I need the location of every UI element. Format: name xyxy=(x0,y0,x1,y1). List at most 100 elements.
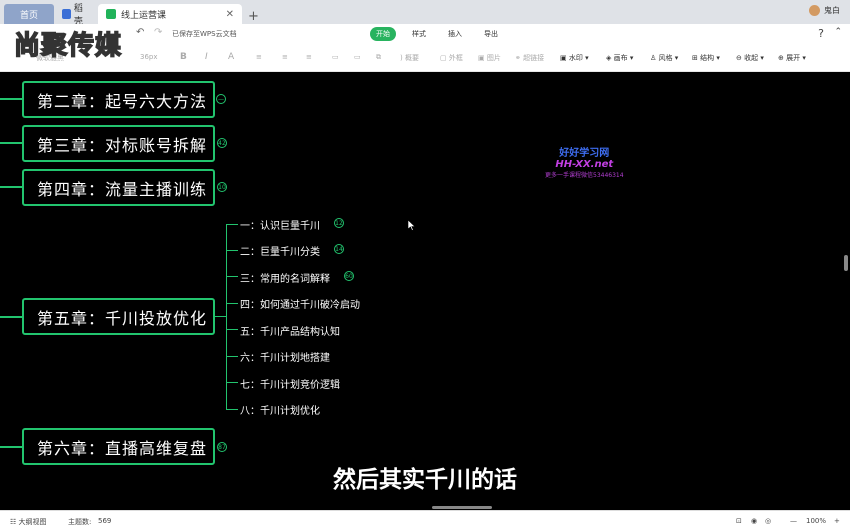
subtopic-node[interactable]: 六：千川计划地搭建 xyxy=(240,349,330,364)
style-button[interactable]: ♙ 风格 ▾ xyxy=(650,53,678,63)
connector-line xyxy=(0,316,22,318)
align-right-icon[interactable]: ≡ xyxy=(306,53,312,61)
outline-view-button[interactable]: ☷ 大纲视图 xyxy=(10,517,47,527)
subtopic-node[interactable]: 二：巨量千川分类 xyxy=(240,243,320,258)
help-icon[interactable]: ? xyxy=(818,27,824,40)
mindmap-canvas[interactable]: 第二章：起号六大方法 — 第三章：对标账号拆解 42 第四章：流量主播训练 10… xyxy=(0,72,850,510)
font-size-select[interactable]: 36px xyxy=(140,53,158,61)
count-badge[interactable]: — xyxy=(216,94,226,104)
connector-line xyxy=(0,142,22,144)
connector-line xyxy=(215,316,227,317)
frame-button[interactable]: ▢ 外框 xyxy=(440,53,463,63)
chapter-node-5[interactable]: 第五章：千川投放优化 xyxy=(22,298,215,335)
save-status: 已保存至WPS云文档 xyxy=(172,30,237,38)
subtopic-node[interactable]: 一：认识巨量千川 xyxy=(240,217,320,232)
topic-count: 569 xyxy=(98,517,112,525)
subtopic-node[interactable]: 三：常用的名词解释 xyxy=(240,270,330,285)
chapter-node-4[interactable]: 第四章：流量主播训练 xyxy=(22,169,215,206)
site-watermark-note: 更多一手课程微信53446314 xyxy=(545,172,624,179)
italic-button[interactable]: I xyxy=(205,52,208,62)
tab-docs[interactable]: 稻壳 xyxy=(54,4,98,27)
toolbar: 微软雅黑 36px B I A ≡ ≡ ≡ ▭ ▭ ⧉ ) 概要 ▢ 外框 ▣ … xyxy=(0,44,850,72)
tab-active-label: 线上运营课 xyxy=(121,10,167,21)
topic-count-label: 主题数: xyxy=(68,518,92,526)
connector-line xyxy=(0,98,22,100)
mindmap-icon xyxy=(106,9,116,19)
summary-button[interactable]: ) 概要 xyxy=(400,53,419,63)
docs-icon xyxy=(62,9,71,19)
watermark-label: 水印 xyxy=(568,54,583,62)
site-watermark: 好好学习网 HH-XX.net 更多一手课程微信53446314 xyxy=(545,144,624,179)
undo-icon[interactable]: ↶ xyxy=(136,27,144,38)
expand-label: 展开 xyxy=(786,54,801,62)
user-menu[interactable]: 鬼白 xyxy=(809,5,840,16)
eye-icon[interactable]: ◉ xyxy=(751,517,757,525)
collapse-button[interactable]: ⊖ 收起 ▾ xyxy=(736,53,764,63)
bracket-tick xyxy=(226,382,238,383)
connector-line xyxy=(0,186,22,188)
count-badge[interactable]: 12 xyxy=(334,218,344,228)
subtopic-node[interactable]: 五：千川产品结构认知 xyxy=(240,323,340,338)
style-label: 风格 xyxy=(658,54,673,62)
count-badge[interactable]: 87 xyxy=(217,442,227,452)
bracket-tick xyxy=(226,276,238,277)
count-badge[interactable]: 60 xyxy=(344,271,354,281)
count-badge[interactable]: 14 xyxy=(334,244,344,254)
site-watermark-url: HH-XX.net xyxy=(555,159,614,170)
menu-tab-style[interactable]: 样式 xyxy=(406,27,432,41)
hyperlink-button[interactable]: ⚭ 超链接 xyxy=(515,53,544,63)
subtopic-icon[interactable]: ▭ xyxy=(354,53,361,61)
subtopic-node[interactable]: 四：如何通过千川破冷启动 xyxy=(240,296,360,311)
count-badge[interactable]: 10 xyxy=(217,182,227,192)
menu-tabs: 开始 样式 插入 导出 xyxy=(370,27,504,41)
summary-label: 概要 xyxy=(404,54,419,62)
video-subtitle: 然后其实千川的话 xyxy=(333,467,517,493)
bracket-tick xyxy=(226,409,238,410)
redo-icon[interactable]: ↷ xyxy=(154,27,162,38)
user-name: 鬼白 xyxy=(824,6,840,15)
canvas-button[interactable]: ◈ 画布 ▾ xyxy=(606,53,633,63)
menu-tab-insert[interactable]: 插入 xyxy=(442,27,468,41)
bold-button[interactable]: B xyxy=(180,52,187,62)
bracket-tick xyxy=(226,224,238,225)
image-button[interactable]: ▣ 图片 xyxy=(478,53,501,63)
horizontal-scrollbar[interactable] xyxy=(432,506,492,509)
menu-bar: ↶ ↷ 已保存至WPS云文档 开始 样式 插入 导出 ? ⌃ xyxy=(0,24,850,44)
fit-screen-icon[interactable]: ⊡ xyxy=(736,517,742,525)
tab-home[interactable]: 首页 xyxy=(4,4,54,24)
close-icon[interactable]: ✕ xyxy=(226,9,234,20)
structure-label: 结构 xyxy=(700,54,715,62)
bracket-tick xyxy=(226,250,238,251)
chapter-node-2[interactable]: 第二章：起号六大方法 xyxy=(22,81,215,118)
collapse-toolbar-icon[interactable]: ⌃ xyxy=(834,27,842,37)
tab-bar: 首页 稻壳 线上运营课 ✕ + 鬼白 xyxy=(0,0,850,27)
zoom-in-button[interactable]: + xyxy=(834,517,840,525)
focus-icon[interactable]: ◎ xyxy=(765,517,771,525)
chapter-node-3[interactable]: 第三章：对标账号拆解 xyxy=(22,125,215,162)
status-bar: ☷ 大纲视图 主题数: 569 ⊡ ◉ ◎ — 100% + xyxy=(0,510,850,530)
watermark-button[interactable]: ▣ 水印 ▾ xyxy=(560,53,589,63)
bracket-tick xyxy=(226,329,238,330)
structure-button[interactable]: ⊞ 结构 ▾ xyxy=(692,53,720,63)
align-center-icon[interactable]: ≡ xyxy=(282,53,288,61)
connect-icon[interactable]: ⧉ xyxy=(376,53,381,62)
site-watermark-title: 好好学习网 xyxy=(559,148,610,159)
align-left-icon[interactable]: ≡ xyxy=(256,53,262,61)
vertical-scrollbar[interactable] xyxy=(844,255,848,271)
count-badge[interactable]: 42 xyxy=(217,138,227,148)
topic-icon[interactable]: ▭ xyxy=(332,53,339,61)
zoom-out-button[interactable]: — xyxy=(790,517,797,525)
brand-watermark: 尚聚传媒 xyxy=(13,30,123,62)
menu-tab-start[interactable]: 开始 xyxy=(370,27,396,41)
new-tab-button[interactable]: + xyxy=(242,9,265,24)
menu-tab-export[interactable]: 导出 xyxy=(478,27,504,41)
app-window: 首页 稻壳 线上运营课 ✕ + 鬼白 ↶ ↷ 已保存至WPS云文档 开始 样式 … xyxy=(0,0,850,530)
collapse-label: 收起 xyxy=(744,54,759,62)
subtopic-node[interactable]: 八：千川计划优化 xyxy=(240,402,320,417)
zoom-level[interactable]: 100% xyxy=(806,517,826,525)
subtopic-node[interactable]: 七：千川计划竞价逻辑 xyxy=(240,376,340,391)
font-color-button[interactable]: A xyxy=(228,52,234,62)
connector-line xyxy=(0,446,22,448)
tab-active-document[interactable]: 线上运营课 ✕ xyxy=(98,4,242,24)
expand-button[interactable]: ⊕ 展开 ▾ xyxy=(778,53,806,63)
